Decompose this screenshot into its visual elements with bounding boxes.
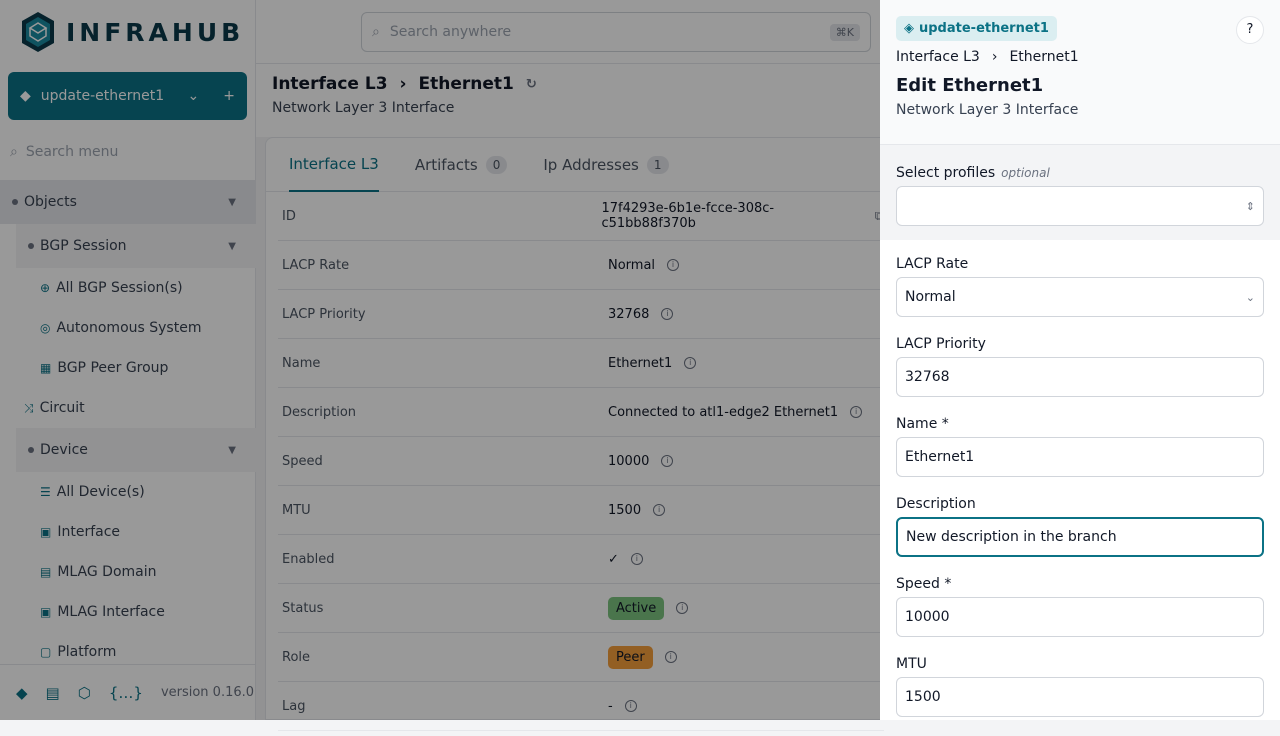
mtu-input[interactable]: 1500 bbox=[896, 677, 1264, 717]
field-label: LACP Rate bbox=[896, 256, 969, 272]
input-value: Ethernet1 bbox=[905, 449, 975, 465]
help-button[interactable]: ? bbox=[1236, 16, 1264, 44]
lacp-rate-select[interactable]: Normal ⌄ bbox=[896, 277, 1264, 317]
branch-badge-label: update-ethernet1 bbox=[919, 21, 1049, 36]
panel-title: Edit Ethernet1 bbox=[896, 75, 1044, 96]
field-speed: Speed * 10000 bbox=[896, 576, 1264, 656]
input-value: 1500 bbox=[905, 689, 941, 705]
field-label: MTU bbox=[896, 656, 927, 672]
field-lacp-rate: LACP Rate Normal ⌄ bbox=[896, 256, 1264, 336]
modal-overlay[interactable] bbox=[0, 0, 880, 720]
profiles-label: Select profiles bbox=[896, 165, 996, 181]
field-name: Name * Ethernet1 bbox=[896, 416, 1264, 496]
field-label: Description bbox=[896, 496, 976, 512]
optional-label: optional bbox=[1001, 166, 1050, 180]
speed-input[interactable]: 10000 bbox=[896, 597, 1264, 637]
lacp-priority-input[interactable]: 32768 bbox=[896, 357, 1264, 397]
input-value: 32768 bbox=[905, 369, 950, 385]
panel-breadcrumb-type: Interface L3 bbox=[896, 49, 980, 65]
name-input[interactable]: Ethernet1 bbox=[896, 437, 1264, 477]
panel-subtitle: Network Layer 3 Interface bbox=[896, 102, 1079, 118]
field-label: Speed * bbox=[896, 576, 952, 592]
field-mtu: MTU 1500 bbox=[896, 656, 1264, 736]
select-value: Normal bbox=[905, 289, 956, 305]
panel-breadcrumb-name: Ethernet1 bbox=[1009, 49, 1079, 65]
field-lacp-priority: LACP Priority 32768 bbox=[896, 336, 1264, 416]
edit-panel: ◈ update-ethernet1 ? Interface L3 › Etherne… bbox=[880, 0, 1280, 720]
field-label: LACP Priority bbox=[896, 336, 986, 352]
description-input[interactable]: New description in the branch bbox=[896, 517, 1264, 557]
chevron-right-icon: › bbox=[991, 49, 998, 65]
chevron-down-icon: ⌄ bbox=[1245, 290, 1255, 304]
layers-icon: ◈ bbox=[904, 21, 914, 36]
field-description: Description New description in the branch bbox=[896, 496, 1264, 576]
input-value: 10000 bbox=[905, 609, 950, 625]
input-value: New description in the branch bbox=[906, 529, 1117, 545]
field-label: Name * bbox=[896, 416, 949, 432]
chevron-up-down-icon: ⇕ bbox=[1245, 199, 1255, 213]
profiles-select[interactable]: ⇕ bbox=[896, 186, 1264, 226]
branch-badge: ◈ update-ethernet1 bbox=[896, 16, 1057, 41]
